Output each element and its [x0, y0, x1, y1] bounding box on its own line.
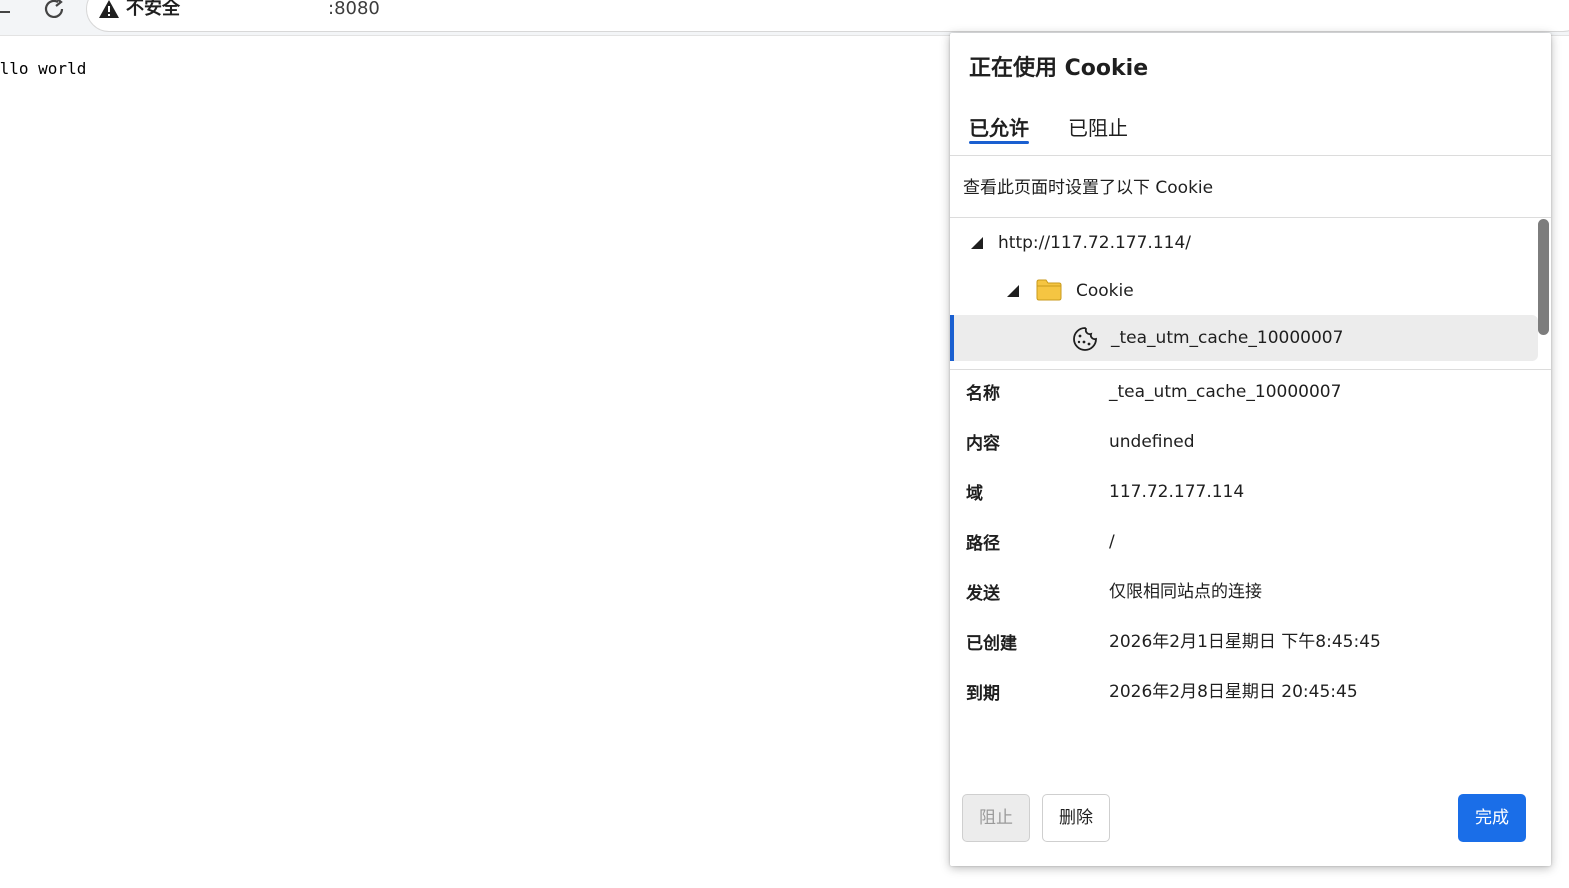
- detail-row-path: 路径 /: [950, 528, 1551, 558]
- scrollbar-thumb[interactable]: [1538, 219, 1549, 335]
- detail-row-send-for: 发送 仅限相同站点的连接: [950, 578, 1551, 608]
- tree-row-folder[interactable]: Cookie: [950, 267, 1538, 315]
- browser-toolbar: 不安全 :8080: [0, 0, 1569, 36]
- detail-label: 路径: [966, 534, 1000, 554]
- detail-row-domain: 域 117.72.177.114: [950, 478, 1551, 508]
- tree-cookie-label: _tea_utm_cache_10000007: [1111, 328, 1344, 348]
- divider: [950, 217, 1551, 218]
- reload-icon[interactable]: [42, 0, 68, 22]
- divider: [950, 155, 1551, 156]
- detail-row-created: 已创建 2026年2月1日星期日 下午8:45:45: [950, 628, 1551, 658]
- page-body-text: ello world: [0, 59, 87, 78]
- detail-value: 2026年2月1日星期日 下午8:45:45: [1109, 632, 1381, 652]
- tree-row-site[interactable]: http://117.72.177.114/: [950, 219, 1538, 267]
- detail-value: 2026年2月8日星期日 20:45:45: [1109, 682, 1358, 702]
- cookies-dialog: 正在使用 Cookie 已允许 已阻止 查看此页面时设置了以下 Cookie h…: [950, 33, 1551, 866]
- expand-triangle-icon[interactable]: [1006, 284, 1020, 298]
- delete-button[interactable]: 删除: [1042, 794, 1110, 842]
- detail-label: 已创建: [966, 634, 1017, 654]
- divider: [950, 369, 1551, 370]
- security-status-label[interactable]: 不安全: [126, 0, 180, 20]
- detail-row-expires: 到期 2026年2月8日星期日 20:45:45: [950, 678, 1551, 708]
- cookie-icon: [1073, 327, 1097, 351]
- tab-allowed[interactable]: 已允许: [969, 115, 1029, 144]
- done-button[interactable]: 完成: [1458, 794, 1526, 842]
- warning-icon[interactable]: [98, 0, 120, 19]
- detail-label: 内容: [966, 434, 1000, 454]
- detail-label: 到期: [966, 684, 1000, 704]
- back-arrow-icon[interactable]: [0, 0, 14, 20]
- detail-value: 117.72.177.114: [1109, 482, 1245, 502]
- detail-value: 仅限相同站点的连接: [1109, 582, 1262, 602]
- cookie-tree: http://117.72.177.114/ Cookie _tea_utm_c…: [950, 219, 1551, 369]
- detail-label: 发送: [966, 584, 1000, 604]
- dialog-title: 正在使用 Cookie: [969, 56, 1149, 81]
- detail-value: /: [1109, 532, 1115, 552]
- detail-value: undefined: [1109, 432, 1195, 452]
- detail-value: _tea_utm_cache_10000007: [1109, 382, 1342, 402]
- tree-site-label: http://117.72.177.114/: [998, 233, 1191, 253]
- dialog-description: 查看此页面时设置了以下 Cookie: [963, 178, 1214, 198]
- detail-label: 名称: [966, 384, 1000, 404]
- url-text[interactable]: :8080: [328, 0, 380, 20]
- tree-row-cookie[interactable]: _tea_utm_cache_10000007: [950, 315, 1538, 361]
- folder-icon: [1036, 279, 1062, 301]
- detail-label: 域: [966, 484, 983, 504]
- address-bar[interactable]: [86, 0, 1569, 32]
- detail-row-name: 名称 _tea_utm_cache_10000007: [950, 378, 1551, 408]
- detail-row-content: 内容 undefined: [950, 428, 1551, 458]
- expand-triangle-icon[interactable]: [970, 236, 984, 250]
- block-button[interactable]: 阻止: [962, 794, 1030, 842]
- tab-blocked[interactable]: 已阻止: [1068, 115, 1128, 141]
- tree-folder-label: Cookie: [1076, 281, 1134, 301]
